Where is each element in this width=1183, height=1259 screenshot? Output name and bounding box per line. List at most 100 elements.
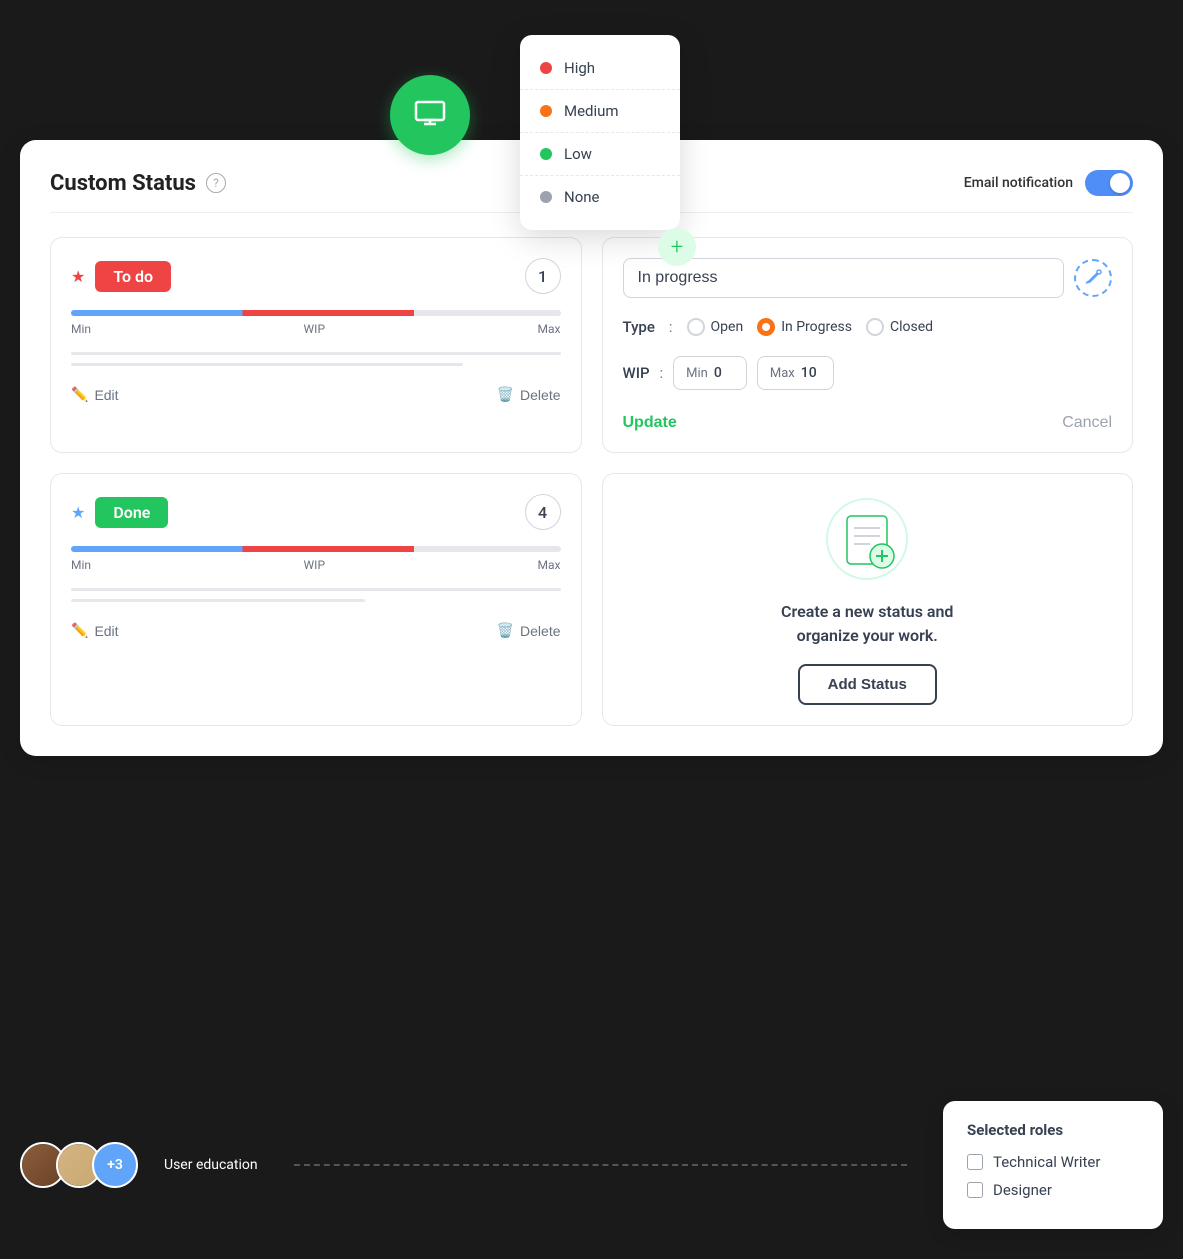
type-inprogress-option[interactable]: In Progress <box>757 318 852 336</box>
todo-edit-button[interactable]: ✏️ Edit <box>71 386 119 403</box>
done-status-card: ★ Done 4 Min WIP Max ✏️ <box>50 473 582 726</box>
email-notification-area: Email notification <box>964 170 1133 196</box>
role-checkbox-technical-writer[interactable] <box>967 1154 983 1170</box>
todo-card-header: ★ To do 1 <box>71 258 561 294</box>
type-label: Type <box>623 318 655 336</box>
delete-icon: 🗑️ <box>497 386 514 403</box>
wip-min-label: Min <box>686 366 708 381</box>
wip-colon: : <box>660 364 664 382</box>
done-wip-slider: Min WIP Max <box>71 546 561 572</box>
role-label-designer: Designer <box>993 1181 1052 1199</box>
type-inprogress-radio[interactable] <box>757 318 775 336</box>
add-status-illustration <box>822 494 912 584</box>
bottom-area: +3 User education Selected roles Technic… <box>20 1101 1163 1229</box>
add-status-description: Create a new status andorganize your wor… <box>781 600 953 648</box>
wip-max-value[interactable]: 10 <box>801 365 821 381</box>
todo-delete-label: Delete <box>520 387 560 403</box>
floating-action-button[interactable] <box>390 75 470 155</box>
priority-high-label: High <box>564 59 595 77</box>
low-dot <box>540 148 552 160</box>
done-wip-label: WIP <box>304 558 325 572</box>
edit-icon: ✏️ <box>71 386 88 403</box>
done-line-1 <box>71 588 561 591</box>
email-notification-label: Email notification <box>964 175 1073 191</box>
form-actions: Update Cancel <box>623 414 1113 432</box>
done-slider-fill <box>71 546 414 552</box>
type-colon: : <box>669 318 673 336</box>
done-edit-button[interactable]: ✏️ Edit <box>71 622 119 639</box>
page-title: Custom Status <box>50 171 196 196</box>
priority-medium-label: Medium <box>564 102 619 120</box>
todo-max-label: Max <box>538 322 561 336</box>
user-education-label: User education <box>164 1157 258 1173</box>
update-button[interactable]: Update <box>623 414 677 432</box>
priority-item-high[interactable]: High <box>520 47 680 90</box>
priority-item-none[interactable]: None <box>520 176 680 218</box>
type-open-option[interactable]: Open <box>687 318 744 336</box>
plus-icon: + <box>671 235 683 260</box>
role-item-technical-writer: Technical Writer <box>967 1153 1139 1171</box>
cancel-button[interactable]: Cancel <box>1062 414 1112 432</box>
wip-max-field: Max 10 <box>757 356 834 390</box>
todo-line-2 <box>71 363 463 366</box>
roles-popup-title: Selected roles <box>967 1121 1139 1139</box>
role-item-designer: Designer <box>967 1181 1139 1199</box>
avatar-count-badge[interactable]: +3 <box>92 1142 138 1188</box>
wip-max-label: Max <box>770 366 795 381</box>
todo-min-label: Min <box>71 322 91 336</box>
wip-row: WIP : Min 0 Max 10 <box>623 356 1113 390</box>
type-closed-option[interactable]: Closed <box>866 318 933 336</box>
wip-label: WIP <box>623 364 650 382</box>
edit-form-header <box>623 258 1113 298</box>
title-area: Custom Status ? <box>50 171 226 196</box>
wip-min-value[interactable]: 0 <box>714 365 734 381</box>
none-dot <box>540 191 552 203</box>
priority-dropdown: High Medium Low None <box>520 35 680 230</box>
done-delete-button[interactable]: 🗑️ Delete <box>497 622 561 639</box>
done-card-left: ★ Done <box>71 497 168 528</box>
todo-count: 1 <box>525 258 561 294</box>
todo-wip-label: WIP <box>304 322 325 336</box>
edit-form-card: Type : Open In Progress Closed WIP : <box>602 237 1134 453</box>
done-star-icon[interactable]: ★ <box>71 503 85 522</box>
priority-item-medium[interactable]: Medium <box>520 90 680 133</box>
status-name-input[interactable] <box>623 258 1065 298</box>
todo-card-left: ★ To do <box>71 261 171 292</box>
add-status-button[interactable]: Add Status <box>798 664 937 705</box>
status-grid: ★ To do 1 Min WIP Max ✏️ <box>50 237 1133 726</box>
avatar-group: +3 <box>20 1142 128 1188</box>
todo-badge: To do <box>95 261 171 292</box>
priority-low-label: Low <box>564 145 592 163</box>
toggle-knob <box>1110 173 1130 193</box>
type-inprogress-label: In Progress <box>781 319 852 335</box>
done-delete-icon: 🗑️ <box>497 622 514 639</box>
type-open-radio[interactable] <box>687 318 705 336</box>
medium-dot <box>540 105 552 117</box>
role-checkbox-designer[interactable] <box>967 1182 983 1198</box>
priority-item-low[interactable]: Low <box>520 133 680 176</box>
high-dot <box>540 62 552 74</box>
todo-edit-label: Edit <box>94 387 118 403</box>
todo-delete-button[interactable]: 🗑️ Delete <box>497 386 561 403</box>
done-count: 4 <box>525 494 561 530</box>
done-slider-track <box>71 546 561 552</box>
edit-icon-button[interactable] <box>1074 259 1112 297</box>
role-label-technical-writer: Technical Writer <box>993 1153 1100 1171</box>
todo-star-icon[interactable]: ★ <box>71 267 85 286</box>
type-row: Type : Open In Progress Closed <box>623 318 1113 336</box>
done-max-label: Max <box>538 558 561 572</box>
email-notification-toggle[interactable] <box>1085 170 1133 196</box>
type-closed-radio[interactable] <box>866 318 884 336</box>
todo-card-footer: ✏️ Edit 🗑️ Delete <box>71 378 561 403</box>
done-min-label: Min <box>71 558 91 572</box>
info-icon[interactable]: ? <box>206 173 226 193</box>
todo-slider-labels: Min WIP Max <box>71 322 561 336</box>
todo-slider-track <box>71 310 561 316</box>
type-closed-label: Closed <box>890 319 933 335</box>
done-card-footer: ✏️ Edit 🗑️ Delete <box>71 614 561 639</box>
done-card-header: ★ Done 4 <box>71 494 561 530</box>
todo-slider-fill <box>71 310 414 316</box>
done-line-2 <box>71 599 365 602</box>
add-plus-button[interactable]: + <box>658 228 696 266</box>
done-edit-icon: ✏️ <box>71 622 88 639</box>
